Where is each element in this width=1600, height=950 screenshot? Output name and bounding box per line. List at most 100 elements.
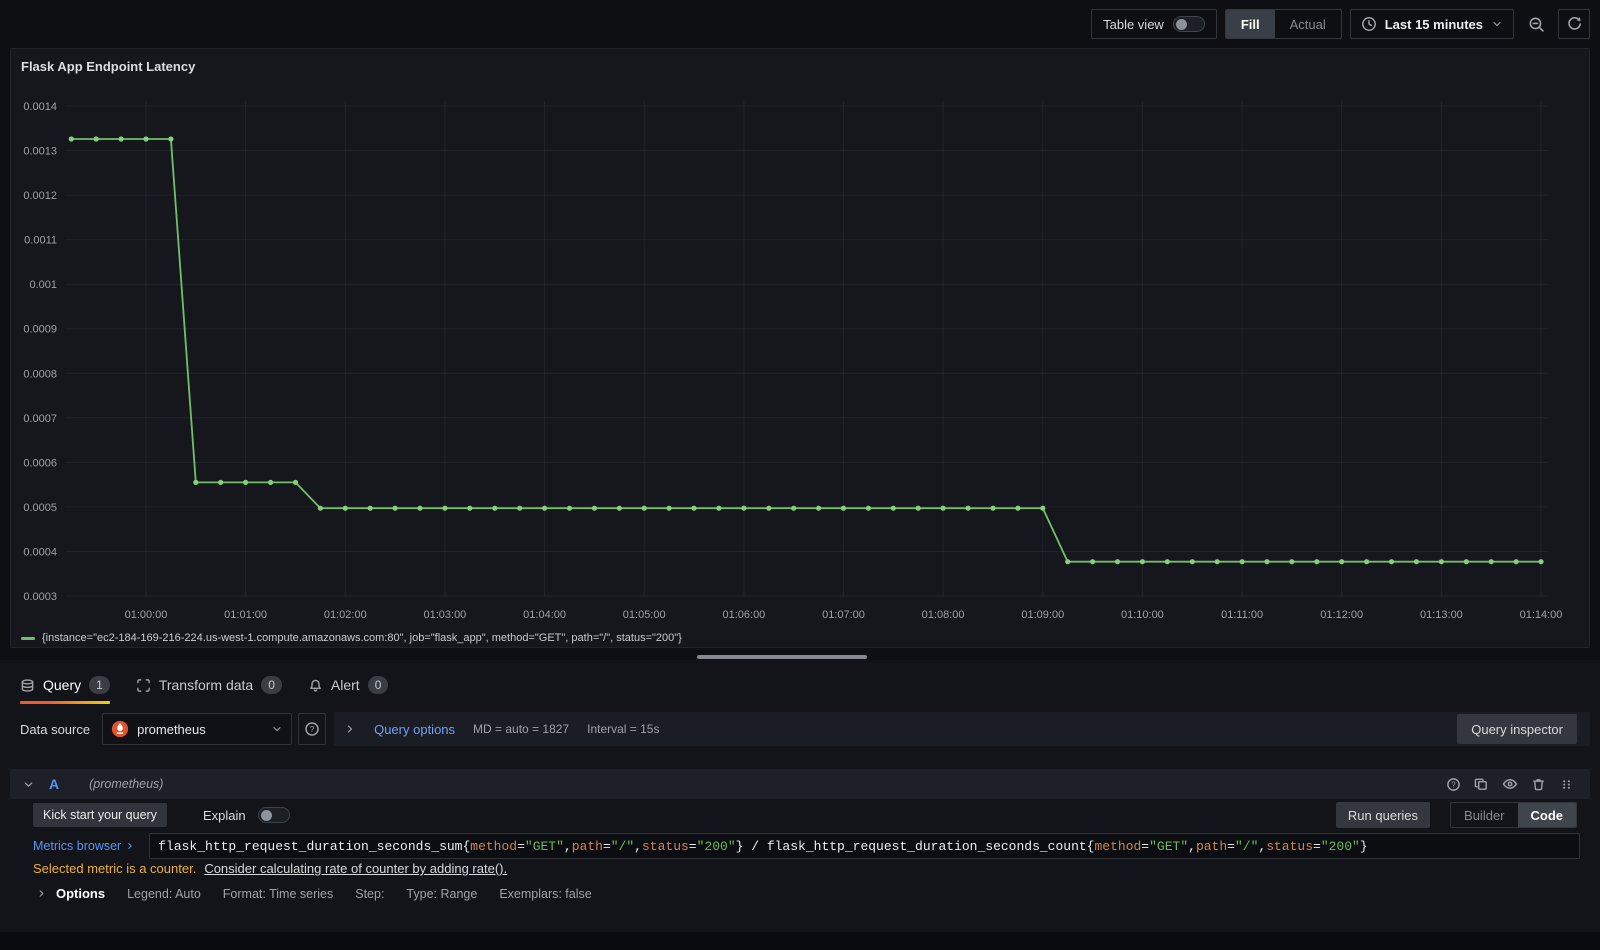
svg-text:0.0012: 0.0012 — [23, 190, 57, 202]
svg-text:01:00:00: 01:00:00 — [125, 609, 168, 621]
svg-text:0.0011: 0.0011 — [24, 235, 57, 247]
promql-query-text: flask_http_request_duration_seconds_sum{… — [158, 838, 1368, 854]
table-view-label: Table view — [1103, 16, 1164, 32]
table-view-group: Table view — [1091, 9, 1217, 39]
toggle-knob — [1175, 18, 1187, 30]
datasource-select[interactable]: prometheus — [102, 713, 293, 745]
help-circle-icon[interactable]: ? — [1446, 777, 1461, 792]
refresh-button[interactable] — [1558, 9, 1590, 39]
options-expander[interactable]: Options — [36, 886, 105, 901]
builder-mode-button[interactable]: Builder — [1451, 803, 1517, 827]
time-series-panel: Flask App Endpoint Latency 0.0003 0.0004 0… — [10, 48, 1590, 648]
svg-text:01:10:00: 01:10:00 — [1121, 609, 1164, 621]
chevron-right-icon — [125, 841, 135, 851]
svg-text:01:05:00: 01:05:00 — [623, 609, 666, 621]
query-options-bar: Query options MD = auto = 1827 Interval … — [334, 712, 1590, 746]
tab-alert-count: 0 — [367, 676, 389, 694]
datasource-help-button[interactable]: ? — [298, 713, 327, 745]
hide-query-eye-icon[interactable] — [1502, 776, 1518, 792]
svg-text:0.0009: 0.0009 — [23, 324, 57, 336]
tab-alert[interactable]: Alert 0 — [308, 670, 389, 700]
prometheus-icon — [111, 720, 129, 738]
code-mode-button[interactable]: Code — [1517, 803, 1576, 827]
warning-text: Selected metric is a counter. — [33, 861, 197, 876]
datasource-row: Data source prometheus ? Query options M… — [10, 712, 1590, 746]
run-queries-button[interactable]: Run queries — [1335, 802, 1431, 828]
query-datasource-hint: (prometheus) — [89, 777, 164, 791]
svg-text:01:13:00: 01:13:00 — [1420, 609, 1463, 621]
time-range-picker[interactable]: Last 15 minutes — [1349, 9, 1514, 39]
collapse-chevron-icon[interactable] — [22, 778, 35, 791]
svg-text:01:12:00: 01:12:00 — [1320, 609, 1363, 621]
svg-text:?: ? — [1451, 780, 1456, 789]
svg-text:?: ? — [310, 724, 315, 734]
query-options-summary: Options Legend: Auto Format: Time series… — [36, 886, 592, 901]
metrics-browser-button[interactable]: Metrics browser — [33, 839, 135, 853]
magnifier-minus-icon — [1528, 16, 1545, 33]
svg-text:01:09:00: 01:09:00 — [1021, 609, 1064, 621]
duplicate-query-icon[interactable] — [1474, 777, 1489, 792]
zoom-out-button[interactable] — [1522, 9, 1550, 39]
series-legend-label[interactable]: {instance="ec2-184-169-216-224.us-west-1… — [42, 632, 682, 644]
svg-text:01:07:00: 01:07:00 — [822, 609, 865, 621]
drag-handle-grip-icon[interactable] — [1559, 777, 1574, 792]
svg-text:0.0008: 0.0008 — [23, 368, 57, 380]
counter-warning: Selected metric is a counter. Consider c… — [33, 861, 507, 876]
svg-text:0.0007: 0.0007 — [23, 413, 57, 425]
warning-rate-link[interactable]: Consider calculating rate of counter by … — [204, 861, 507, 876]
svg-text:01:04:00: 01:04:00 — [523, 609, 566, 621]
option-type: Type: Range — [406, 886, 478, 901]
delete-query-trash-icon[interactable] — [1531, 777, 1546, 792]
svg-text:01:14:00: 01:14:00 — [1520, 609, 1563, 621]
panel-title: Flask App Endpoint Latency — [21, 59, 196, 74]
chevron-right-icon — [36, 888, 47, 899]
query-row-header: A (prometheus) ? — [10, 769, 1590, 799]
help-circle-icon: ? — [304, 721, 320, 737]
svg-text:01:11:00: 01:11:00 — [1221, 609, 1263, 621]
query-options-link[interactable]: Query options — [374, 722, 455, 737]
explain-toggle[interactable] — [257, 807, 290, 823]
tab-query-label: Query — [43, 677, 82, 693]
chart-legend: {instance="ec2-184-169-216-224.us-west-1… — [21, 632, 682, 644]
svg-text:0.0006: 0.0006 — [23, 457, 57, 469]
actual-button[interactable]: Actual — [1275, 10, 1341, 38]
option-step: Step: — [355, 886, 385, 901]
interval-value: Interval = 15s — [587, 722, 660, 736]
svg-text:01:08:00: 01:08:00 — [922, 609, 965, 621]
options-label: Options — [56, 886, 106, 901]
toggle-knob — [260, 809, 272, 821]
chevron-down-icon — [271, 723, 283, 735]
table-view-toggle[interactable] — [1172, 16, 1205, 32]
builder-code-group: Builder Code — [1450, 802, 1577, 828]
clock-icon — [1361, 16, 1377, 32]
svg-text:0.0004: 0.0004 — [23, 547, 57, 559]
bell-icon — [308, 678, 323, 693]
promql-query-input[interactable]: flask_http_request_duration_seconds_sum{… — [149, 833, 1580, 859]
svg-text:01:02:00: 01:02:00 — [324, 609, 367, 621]
time-series-chart[interactable]: 0.0003 0.0004 0.0005 0.0006 0.0007 0.0008 0.00… — [11, 87, 1589, 633]
tab-transform-label: Transform data — [158, 677, 254, 693]
tab-transform-data[interactable]: Transform data 0 — [136, 670, 282, 700]
metrics-browser-label: Metrics browser — [33, 839, 122, 853]
query-editor-input-row: Metrics browser flask_http_request_durat… — [10, 833, 1590, 859]
transform-icon — [136, 678, 151, 693]
kick-start-query-button[interactable]: Kick start your query — [33, 803, 167, 827]
tab-query-count: 1 — [89, 676, 110, 694]
pane-splitter-handle[interactable] — [697, 655, 867, 659]
tab-alert-label: Alert — [330, 677, 360, 693]
query-inspector-button[interactable]: Query inspector — [1457, 714, 1577, 744]
refresh-icon — [1566, 16, 1582, 32]
chevron-right-icon[interactable] — [344, 723, 356, 735]
query-editor-toolbar: Kick start your query Explain Run querie… — [10, 801, 1590, 829]
tab-query[interactable]: Query 1 — [20, 670, 110, 704]
database-icon — [20, 678, 35, 693]
query-row-actions: ? — [1446, 776, 1574, 792]
time-range-label: Last 15 minutes — [1384, 16, 1483, 32]
option-exemplars: Exemplars: false — [499, 886, 592, 901]
series-color-marker — [21, 636, 35, 640]
svg-text:0.001: 0.001 — [29, 279, 57, 291]
fill-button[interactable]: Fill — [1225, 10, 1275, 38]
svg-text:0.0014: 0.0014 — [23, 101, 57, 113]
svg-text:01:01:00: 01:01:00 — [224, 609, 267, 621]
svg-text:01:03:00: 01:03:00 — [423, 609, 466, 621]
